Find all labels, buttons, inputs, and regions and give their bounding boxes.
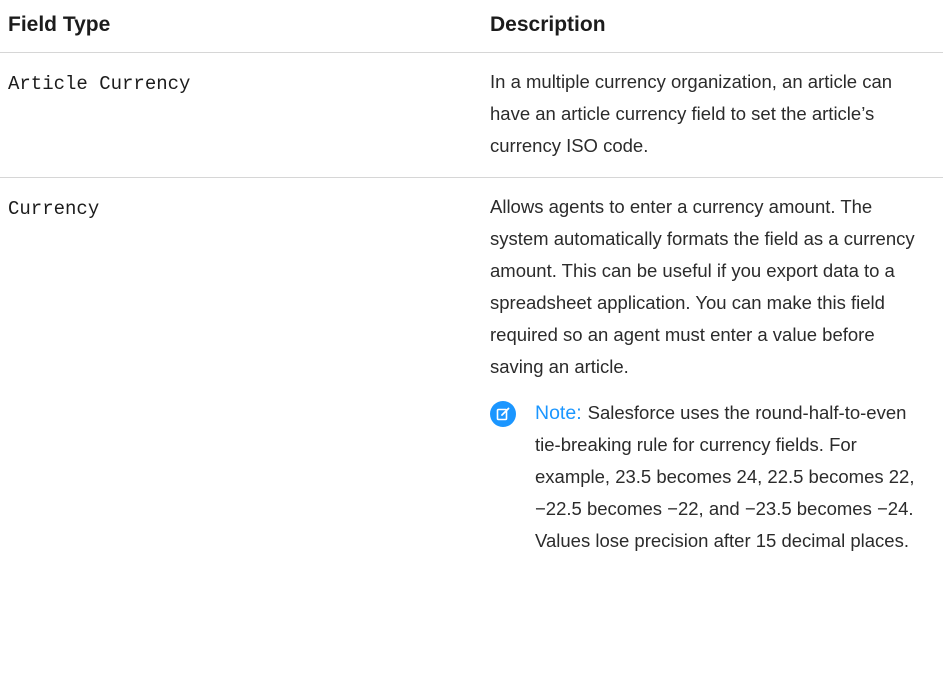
note-text: Salesforce uses the round-half-to-even t… <box>535 402 915 519</box>
edit-note-icon <box>490 401 516 427</box>
description-cell: Allows agents to enter a currency amount… <box>490 191 930 557</box>
description-text: Allows agents to enter a currency amount… <box>490 196 915 377</box>
note-label: Note: <box>535 402 582 424</box>
column-header-field-type: Field Type <box>8 13 111 36</box>
note-extra-text: Values lose precision after 15 decimal p… <box>535 530 909 551</box>
column-header-description: Description <box>490 13 606 36</box>
field-type-cell: Currency <box>8 198 100 220</box>
note-callout: Note: Salesforce uses the round-half-to-e… <box>490 397 930 557</box>
field-type-table: Field Type Description Article Currency … <box>0 0 943 698</box>
table-header-row: Field Type Description <box>0 0 943 53</box>
table-row: Currency Allows agents to enter a curren… <box>0 178 943 698</box>
description-text: In a multiple currency organization, an … <box>490 71 893 156</box>
description-cell: In a multiple currency organization, an … <box>490 66 930 162</box>
field-type-cell: Article Currency <box>8 73 191 95</box>
table-row: Article Currency In a multiple currency … <box>0 53 943 178</box>
note-body: Note: Salesforce uses the round-half-to-e… <box>535 397 930 525</box>
